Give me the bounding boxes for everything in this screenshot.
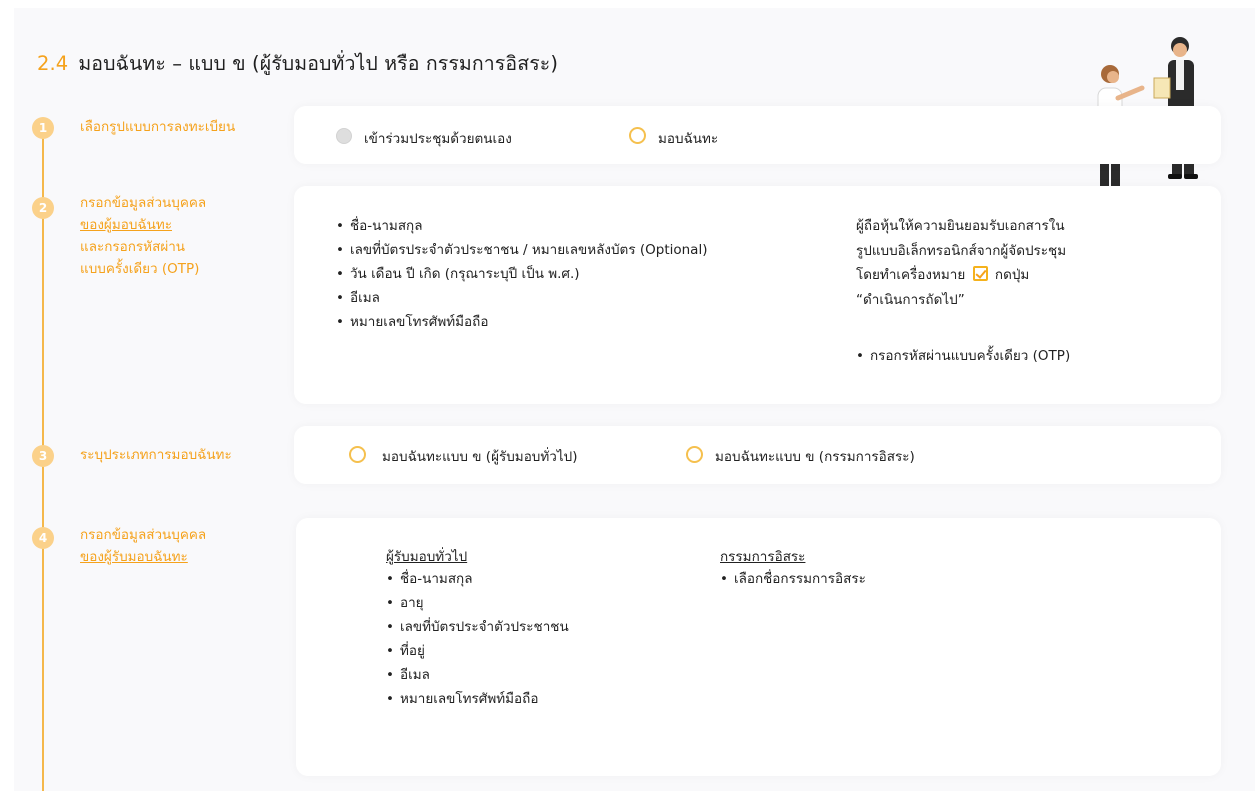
step-3-circle: 3: [32, 445, 54, 467]
option-proxy-label: มอบฉันทะ: [658, 131, 719, 147]
list-item: ที่อยู่: [386, 639, 569, 663]
step-4-circle: 4: [32, 527, 54, 549]
otp-item: กรอกรหัสผ่านแบบครั้งเดียว (OTP): [856, 344, 1070, 368]
step-1-label: เลือกรูปแบบการลงทะเบียน: [80, 119, 236, 135]
step-2-card: ชื่อ-นามสกุล เลขที่บัตรประจำตัวประชาชน /…: [294, 186, 1221, 404]
option-attend-self-label: เข้าร่วมประชุมด้วยตนเอง: [364, 131, 512, 147]
section-number: 2.4: [37, 52, 69, 75]
step-2-label: กรอกข้อมูลส่วนบุคคล ของผู้มอบฉันทะ และกร…: [80, 195, 207, 277]
independent-director-title: กรรมการอิสระ: [720, 549, 806, 565]
step-3-label: ระบุประเภทการมอบฉันทะ: [80, 447, 232, 463]
checkbox-checked-icon: [972, 266, 988, 281]
step-3-card: มอบฉันทะแบบ ข (ผู้รับมอบทั่วไป) มอบฉันทะ…: [294, 426, 1221, 484]
consent-text: ผู้ถือหุ้นให้ความยินยอมรับเอกสารใน รูปแบ…: [856, 218, 1067, 308]
list-item: กรอกรหัสผ่านแบบครั้งเดียว (OTP): [856, 344, 1070, 368]
step-4-label: กรอกข้อมูลส่วนบุคคล ของผู้รับมอบฉันทะ: [80, 527, 207, 565]
list-item: อีเมล: [386, 663, 569, 687]
list-item: ชื่อ-นามสกุล: [386, 567, 569, 591]
option-proxy-independent-label: มอบฉันทะแบบ ข (กรรมการอิสระ): [715, 449, 915, 465]
list-item: เลขที่บัตรประจำตัวประชาชน / หมายเลขหลังบ…: [336, 238, 708, 262]
list-item: อายุ: [386, 591, 569, 615]
section-heading: 2.4 มอบฉันทะ – แบบ ข (ผู้รับมอบทั่วไป หรื…: [37, 48, 558, 79]
step-1-card: เข้าร่วมประชุมด้วยตนเอง มอบฉันทะ: [294, 106, 1221, 164]
list-item: อีเมล: [336, 286, 707, 310]
option-proxy-general-label: มอบฉันทะแบบ ข (ผู้รับมอบทั่วไป): [382, 449, 578, 465]
list-item: หมายเลขโทรศัพท์มือถือ: [336, 310, 707, 334]
list-item: เลขที่บัตรประจำตัวประชาชน: [386, 615, 569, 639]
general-proxy-title: ผู้รับมอบทั่วไป: [386, 549, 468, 565]
radio-attend-self[interactable]: [336, 128, 352, 144]
proxy-giver-fields: ชื่อ-นามสกุล เลขที่บัตรประจำตัวประชาชน /…: [336, 214, 708, 334]
radio-proxy[interactable]: [629, 127, 646, 144]
general-proxy-fields: ชื่อ-นามสกุล อายุ เลขที่บัตรประจำตัวประช…: [386, 567, 569, 711]
list-item: เลือกชื่อกรรมการอิสระ: [720, 567, 866, 591]
radio-proxy-general[interactable]: [349, 446, 366, 463]
independent-director-fields: เลือกชื่อกรรมการอิสระ: [720, 567, 866, 591]
list-item: ชื่อ-นามสกุล: [336, 214, 707, 238]
list-item: วัน เดือน ปี เกิด (กรุณาระบุปี เป็น พ.ศ.…: [336, 262, 707, 286]
step-1-circle: 1: [32, 117, 54, 139]
step-4-card: ผู้รับมอบทั่วไป ชื่อ-นามสกุล อายุ เลขที่…: [296, 518, 1221, 776]
section-title: มอบฉันทะ – แบบ ข (ผู้รับมอบทั่วไป หรือ ก…: [78, 52, 559, 75]
step-2-circle: 2: [32, 197, 54, 219]
list-item: หมายเลขโทรศัพท์มือถือ: [386, 687, 569, 711]
radio-proxy-independent[interactable]: [686, 446, 703, 463]
